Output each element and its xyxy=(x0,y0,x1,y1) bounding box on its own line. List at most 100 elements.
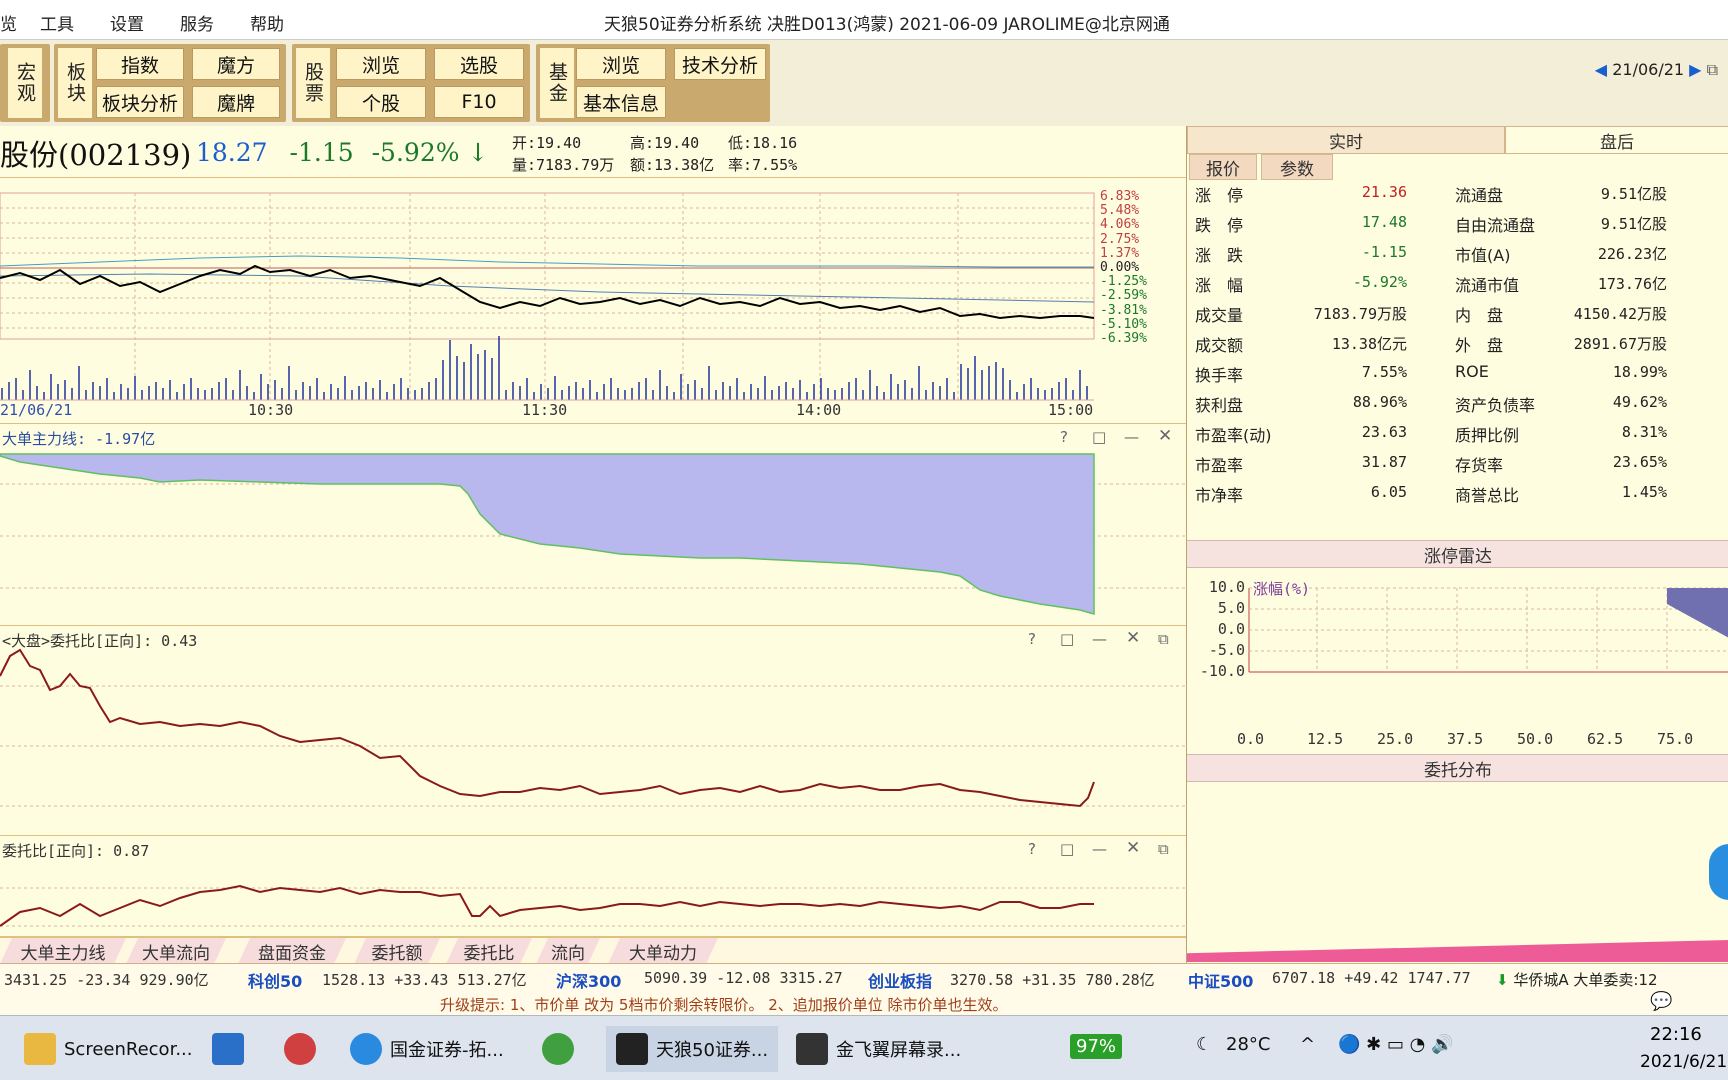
intraday-chart-panel: 6.83% 5.48% 4.06% 2.75% 1.37% 0.00% -1.2… xyxy=(0,178,1186,424)
task-tianlang[interactable]: 天狼50证券... xyxy=(606,1026,779,1072)
quote-value: 173.76亿 xyxy=(1597,275,1667,293)
menu-settings[interactable]: 设置 xyxy=(110,10,144,35)
tab-big-order-power[interactable]: 大单动力 xyxy=(608,938,718,964)
subtab-quote[interactable]: 报价 xyxy=(1189,154,1257,180)
time-axis-date: 21/06/21 xyxy=(0,401,73,419)
weather-icon: ☾ xyxy=(1196,1034,1213,1055)
ticker-csi500-name[interactable]: 中证500 xyxy=(1188,968,1253,992)
order-distribution-header: 委托分布 xyxy=(1187,754,1728,782)
tray-chevron-icon[interactable]: ^ xyxy=(1300,1034,1315,1055)
subtab-params[interactable]: 参数 xyxy=(1261,154,1333,180)
quote-label: 流通盘 xyxy=(1455,186,1504,205)
window-title: 天狼50证券分析系统 决胜D013(鸿蒙) 2021-06-09 JAROLIM… xyxy=(604,15,1170,35)
quote-value: 23.63 xyxy=(1361,423,1407,441)
date-navigator: ◀ 21/06/21 ▶ ⧉ xyxy=(1595,60,1718,80)
quote-label: 成交额 xyxy=(1195,336,1244,355)
f10-button[interactable]: F10 xyxy=(434,86,524,118)
task-guojin[interactable]: 国金证券-拓... xyxy=(350,1026,504,1072)
right-axis-label-9: -5.10% xyxy=(1100,316,1147,332)
radar-y-tick: 10.0 xyxy=(1208,578,1245,596)
group-sector: 板块 指数 魔方 板块分析 魔牌 xyxy=(54,44,286,122)
order-ratio-chart[interactable] xyxy=(0,836,1186,937)
quote-label: 资产负债率 xyxy=(1455,396,1536,415)
intraday-chart[interactable] xyxy=(0,178,1186,424)
price-change: -1.15 xyxy=(289,138,354,167)
tab-after-hours[interactable]: 盘后 xyxy=(1505,126,1728,154)
right-axis-label-7: -2.59% xyxy=(1100,288,1147,304)
quote-value: 2891.67万股 xyxy=(1573,335,1667,353)
ticker-hs300-name[interactable]: 沪深300 xyxy=(556,968,621,992)
right-panel: 实时 盘后 报价 参数 涨 停 21.36 跌 停 17.48 涨 跌 -1.15 涨 幅 -… xyxy=(1186,126,1728,970)
quote-value: 21.36 xyxy=(1361,183,1407,201)
basic-info-button[interactable]: 基本信息 xyxy=(576,86,666,118)
radar-x-tick: 37.5 xyxy=(1447,730,1484,748)
task-ie[interactable] xyxy=(542,1026,582,1072)
quote-label: 自由流通盘 xyxy=(1455,216,1536,235)
task-label: 国金证券-拓... xyxy=(390,1040,504,1061)
ticker-gem-name[interactable]: 创业板指 xyxy=(868,968,932,992)
quote-value: -5.92% xyxy=(1352,273,1407,291)
ticker-star50-name[interactable]: 科创50 xyxy=(248,968,302,992)
turnover-rate: 率:7.55% xyxy=(728,156,798,174)
right-axis-label-2: 4.06% xyxy=(1100,217,1140,233)
group-macro-label[interactable]: 宏观 xyxy=(8,48,42,118)
sector-analysis-button[interactable]: 板块分析 xyxy=(96,86,184,118)
task-screenrecorder[interactable]: ScreenRecor... xyxy=(24,1026,192,1072)
tab-main-force-line[interactable]: 大单主力线 xyxy=(0,938,126,964)
tab-flow[interactable]: 流向 xyxy=(536,938,600,964)
tab-realtime[interactable]: 实时 xyxy=(1187,126,1505,154)
prev-date-icon[interactable]: ◀ xyxy=(1595,60,1607,79)
quote-label: 成交量 xyxy=(1195,306,1244,325)
tab-big-order-flow[interactable]: 大单流向 xyxy=(126,938,226,964)
technical-analysis-button[interactable]: 技术分析 xyxy=(674,48,766,80)
tab-order-ratio[interactable]: 委托比 xyxy=(446,938,532,964)
next-date-icon[interactable]: ▶ xyxy=(1689,60,1701,79)
open-price: 开:19.40 xyxy=(512,134,582,152)
tab-market-capital[interactable]: 盘面资金 xyxy=(238,938,346,964)
index-button[interactable]: 指数 xyxy=(96,48,184,80)
market-order-ratio-panel: <大盘>委托比[正向]: 0.43 ? □ — ✕ ⧉ xyxy=(0,626,1186,836)
menu-services[interactable]: 服务 xyxy=(180,10,214,35)
main-force-panel: 大单主力线: -1.97亿 ? □ — ✕ xyxy=(0,424,1186,626)
stock-browse-button[interactable]: 浏览 xyxy=(336,48,426,80)
tab-order-amount[interactable]: 委托额 xyxy=(354,938,440,964)
current-date: 21/06/21 xyxy=(1612,60,1685,79)
stock-select-button[interactable]: 选股 xyxy=(434,48,524,80)
menu-tools[interactable]: 工具 xyxy=(40,10,74,35)
folder-icon xyxy=(24,1033,56,1065)
quote-value: 23.65% xyxy=(1612,453,1667,471)
chat-icon[interactable]: 💬 xyxy=(1650,991,1672,1012)
window-restore-icon[interactable]: ⧉ xyxy=(1707,60,1718,79)
menu-view[interactable]: 览 xyxy=(0,10,17,35)
right-axis-label-10: -6.39% xyxy=(1100,331,1147,347)
menu-help[interactable]: 帮助 xyxy=(250,10,284,35)
time-axis-1030: 10:30 xyxy=(248,401,294,419)
task-label: 天狼50证券... xyxy=(656,1040,769,1061)
main-force-chart[interactable] xyxy=(0,424,1186,626)
radar-y-tick: -10.0 xyxy=(1199,662,1245,680)
rubik-button[interactable]: 魔方 xyxy=(192,48,280,80)
edge-icon xyxy=(350,1033,382,1065)
task-tool[interactable] xyxy=(284,1026,324,1072)
battery-indicator[interactable]: 97% xyxy=(1070,1034,1123,1059)
magic-card-button[interactable]: 魔牌 xyxy=(192,86,280,118)
right-axis-label-6: -1.25% xyxy=(1100,274,1147,290)
radar-x-tick: 12.5 xyxy=(1307,730,1344,748)
quote-value: 17.48 xyxy=(1361,213,1407,231)
group-fund: 基金 浏览 技术分析 基本信息 xyxy=(536,44,770,122)
fund-browse-button[interactable]: 浏览 xyxy=(576,48,666,80)
quote-value: -1.15 xyxy=(1361,243,1407,261)
quote-label: 市盈率 xyxy=(1195,456,1244,475)
radar-x-tick: 50.0 xyxy=(1517,730,1554,748)
last-price: 18.27 xyxy=(196,138,268,167)
tray-icons[interactable]: 🔵 ✱ ▭ ◔ 🔊 xyxy=(1338,1034,1454,1055)
task-mail[interactable] xyxy=(212,1026,252,1072)
radar-y-tick: 5.0 xyxy=(1217,599,1245,617)
single-stock-button[interactable]: 个股 xyxy=(336,86,426,118)
quote-value: 7183.79万股 xyxy=(1313,305,1407,323)
weather-temp[interactable]: 28°C xyxy=(1226,1034,1270,1055)
task-recorder[interactable]: 金飞翼屏幕录... xyxy=(796,1026,961,1072)
quote-label: 商誉总比 xyxy=(1455,486,1520,505)
quote-label: 流通市值 xyxy=(1455,276,1520,295)
market-order-ratio-chart[interactable] xyxy=(0,626,1186,836)
